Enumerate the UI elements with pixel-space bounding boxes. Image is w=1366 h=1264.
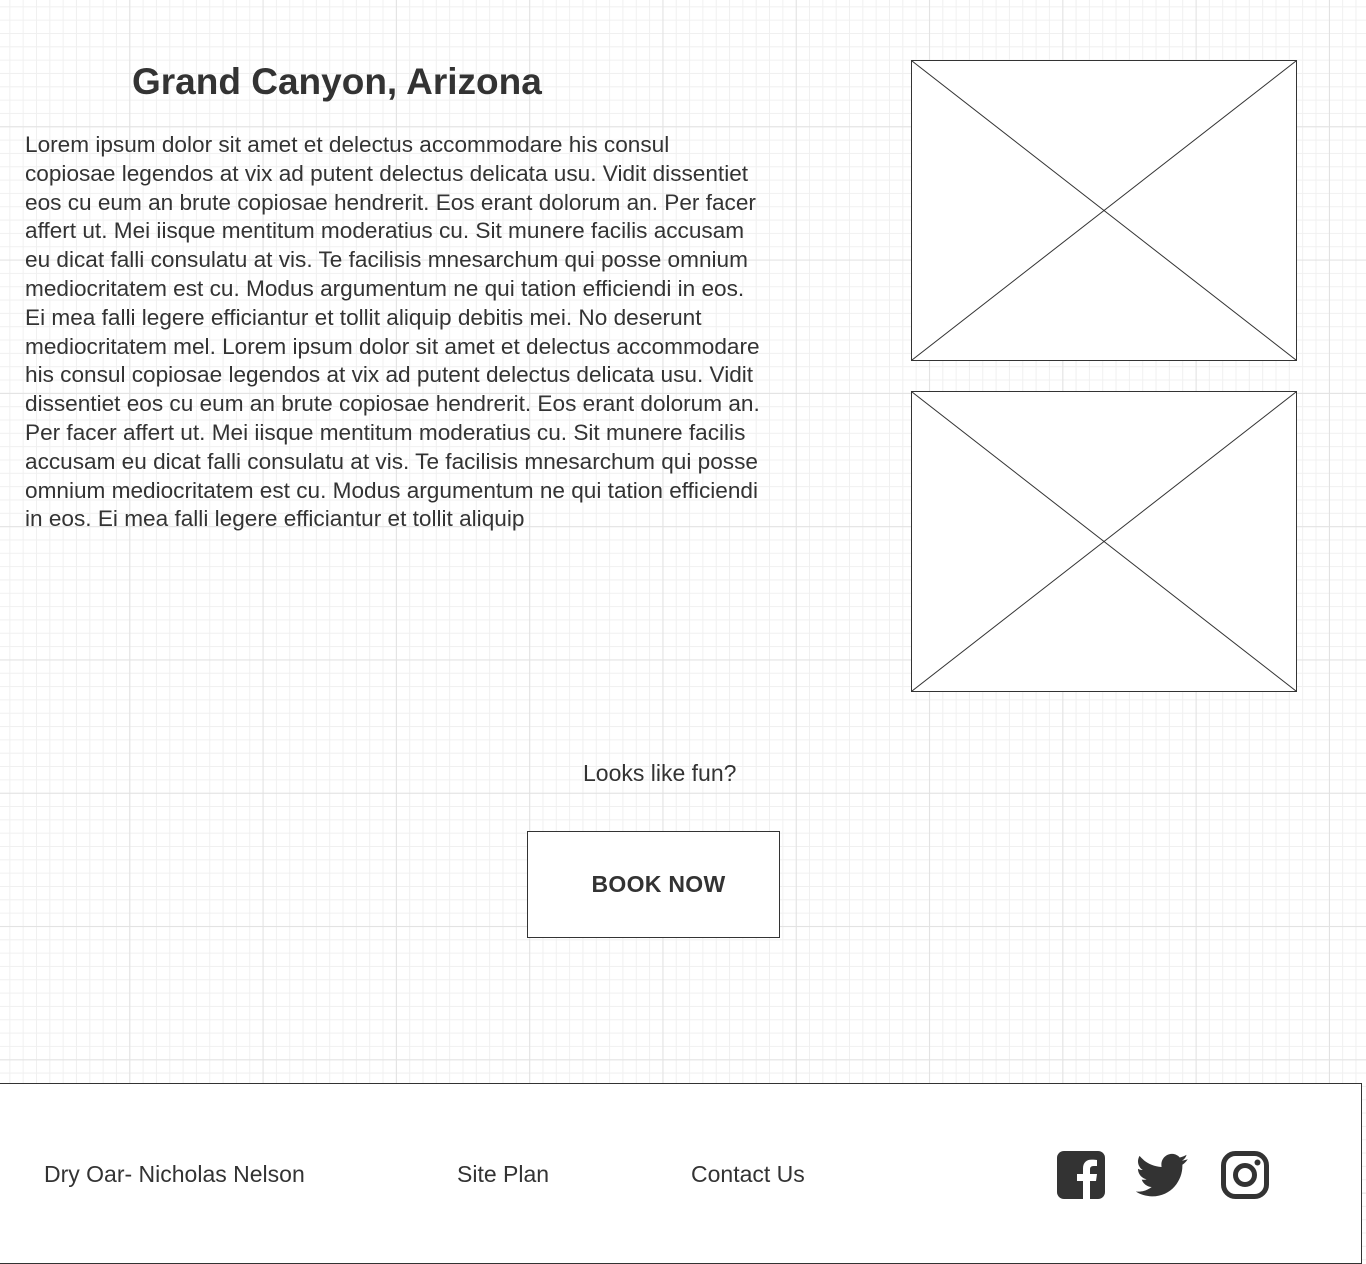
instagram-icon[interactable] <box>1221 1151 1269 1199</box>
description-text: Lorem ipsum dolor sit amet et delectus a… <box>25 132 760 532</box>
tagline-text: Looks like fun? <box>583 760 737 786</box>
book-now-button[interactable]: BOOK NOW <box>527 831 780 938</box>
footer-owner-text: Dry Oar- Nicholas Nelson <box>44 1161 305 1187</box>
image-placeholder-icon <box>912 61 1296 360</box>
page-title: Grand Canyon, Arizona <box>132 61 542 102</box>
image-placeholder-icon <box>912 392 1296 691</box>
site-plan-link[interactable]: Site Plan <box>457 1160 549 1188</box>
contact-us-link[interactable]: Contact Us <box>691 1160 805 1188</box>
twitter-icon[interactable] <box>1136 1153 1189 1199</box>
image-placeholder-top <box>911 60 1297 361</box>
footer: Dry Oar- Nicholas Nelson Site Plan Conta… <box>0 1083 1362 1264</box>
facebook-icon[interactable] <box>1057 1151 1105 1199</box>
image-placeholder-bottom <box>911 391 1297 692</box>
